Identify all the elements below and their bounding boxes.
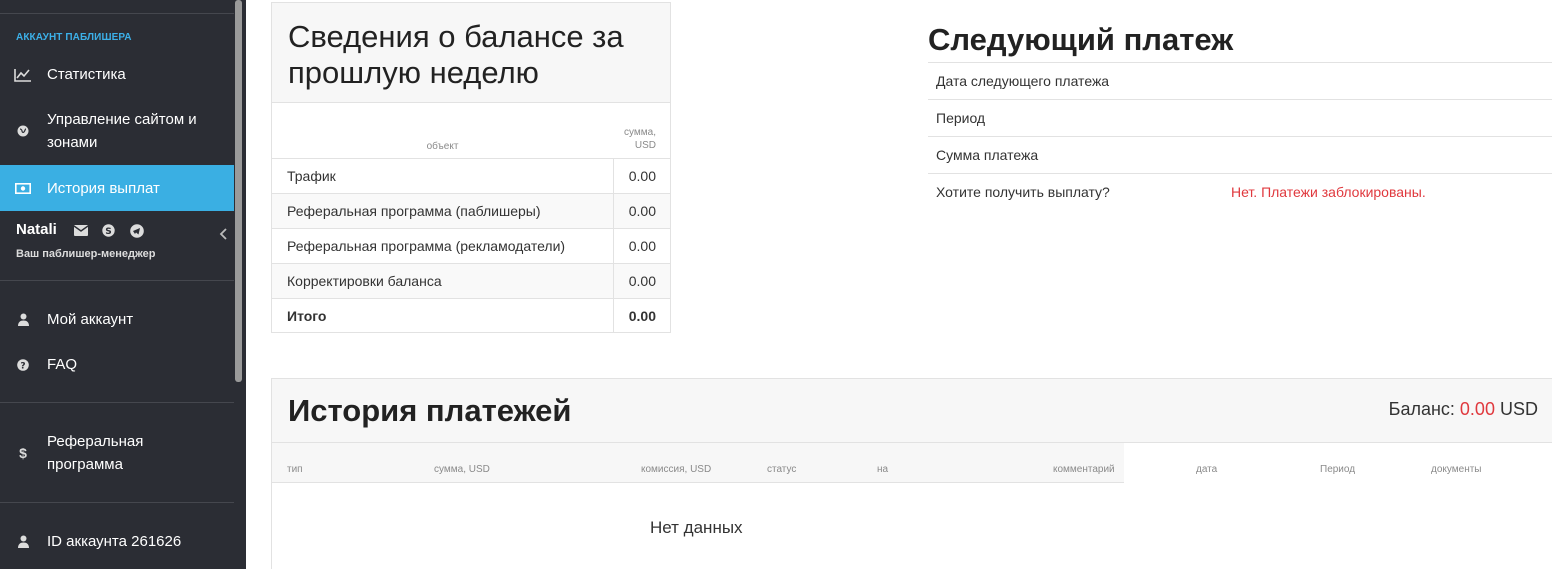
column-header: сумма, USD [613,103,670,159]
row-label: Реферальная программа (паблишеры) [272,193,613,229]
column-header: объект [272,103,613,159]
balance-title: Сведения о балансе за прошлую неделю [288,19,624,90]
sidebar-section-title: АККАУНТ ПАБЛИШЕРА [16,32,132,43]
table-row: Реферальная программа (рекламодатели) 0.… [272,228,670,264]
table-row: Реферальная программа (паблишеры) 0.00 [272,193,670,229]
balance-summary: Баланс: 0.00 USD [1389,399,1538,420]
sidebar-item-account-id: ID аккаунта 261626 [0,529,234,554]
sidebar-item-faq[interactable]: ? FAQ [0,352,234,377]
sidebar-item-label: Реферальная программа [47,433,144,473]
sidebar-divider [0,280,234,281]
row-label: Дата следующего платежа [936,73,1110,89]
row-value: 0.00 [612,263,670,299]
row-label: Трафик [272,158,613,194]
column-header: сумма, USD [434,464,490,475]
column-header: на [877,464,889,475]
next-payment-row: Дата следующего платежа [928,62,1552,99]
balance-label: Баланс: [1388,399,1455,419]
column-header: тип [287,464,303,475]
row-value: 0.00 [612,228,670,264]
sidebar-item-referral[interactable]: $ Реферальная программа [0,430,234,476]
next-payment-row: Сумма платежа [928,136,1552,173]
skype-icon[interactable]: S [101,223,116,238]
column-header: документы [1431,464,1482,475]
history-title: История платежей [288,393,572,428]
balance-card: Сведения о балансе за прошлую неделю объ… [271,2,671,333]
svg-text:?: ? [20,361,25,371]
payment-status: Нет. Платежи заблокированы. [1231,184,1426,200]
column-header: статус [767,464,797,475]
dollar-icon: $ [19,445,27,461]
telegram-icon[interactable] [129,223,144,238]
row-label: Сумма платежа [936,147,1039,163]
row-label: Итого [287,307,327,324]
column-header: дата [1196,464,1218,475]
line-chart-icon [14,66,32,84]
sidebar-item-statistics[interactable]: Статистика [0,62,234,87]
sidebar-item-label: Мой аккаунт [47,311,134,328]
column-header: комментарий [1053,464,1115,475]
table-row: Трафик 0.00 [272,158,670,194]
user-icon [14,533,32,551]
sidebar-divider [0,13,234,14]
manager-role: Ваш паблишер-менеджер [16,248,156,260]
column-header: Период [1320,464,1356,475]
question-circle-icon: ? [14,356,32,374]
row-label: Период [936,110,986,126]
manager-name: Natali [16,221,57,238]
sidebar-item-payout-history[interactable]: История выплат [0,165,234,211]
row-value: 0.00 [612,298,670,333]
history-table-header-overflow: дата Период документы [1124,443,1552,481]
column-header: комиссия, USD [641,464,712,475]
row-label: Хотите получить выплату? [936,184,1110,200]
sidebar-item-site-management[interactable]: Управление сайтом и зонами [0,108,234,154]
sidebar-item-label: Управление сайтом и зонами [47,111,197,151]
next-payment-row: Период [928,99,1552,136]
sidebar-divider [0,502,234,503]
balance-table: объект сумма, USD Трафик 0.00 Реферальна… [272,103,670,333]
table-row-total: Итого 0.00 [272,298,670,333]
history-table-header: тип сумма, USD комиссия, USD статус на к… [272,443,1124,483]
next-payment-row: Хотите получить выплату? Нет. Платежи за… [928,173,1552,210]
sidebar-item-label: Статистика [47,66,126,83]
sidebar-scrollbar[interactable] [235,0,242,382]
svg-text:S: S [105,227,111,237]
row-value: 0.00 [612,158,670,194]
sidebar-divider [0,402,234,403]
chevron-left-icon[interactable] [219,227,231,241]
row-label: Реферальная программа (рекламодатели) [272,228,613,264]
sidebar: АККАУНТ ПАБЛИШЕРА Статистика Управление … [0,0,246,569]
next-payment-title: Следующий платеж [928,22,1234,57]
empty-state-text: Нет данных [650,518,743,537]
table-row: Корректировки баланса 0.00 [272,263,670,299]
envelope-icon[interactable] [73,223,88,238]
row-label: Корректировки баланса [272,263,613,299]
row-value: 0.00 [612,193,670,229]
payment-history-card: История платежей Баланс: 0.00 USD тип су… [271,378,1552,569]
money-icon [14,179,32,197]
globe-icon [14,122,32,140]
sidebar-item-label: FAQ [47,356,78,373]
user-icon [14,311,32,329]
sidebar-item-my-account[interactable]: Мой аккаунт [0,307,234,332]
balance-amount: 0.00 [1459,399,1495,419]
sidebar-item-label: История выплат [47,179,160,197]
sidebar-item-label: ID аккаунта 261626 [47,533,182,550]
balance-currency: USD [1499,399,1538,419]
